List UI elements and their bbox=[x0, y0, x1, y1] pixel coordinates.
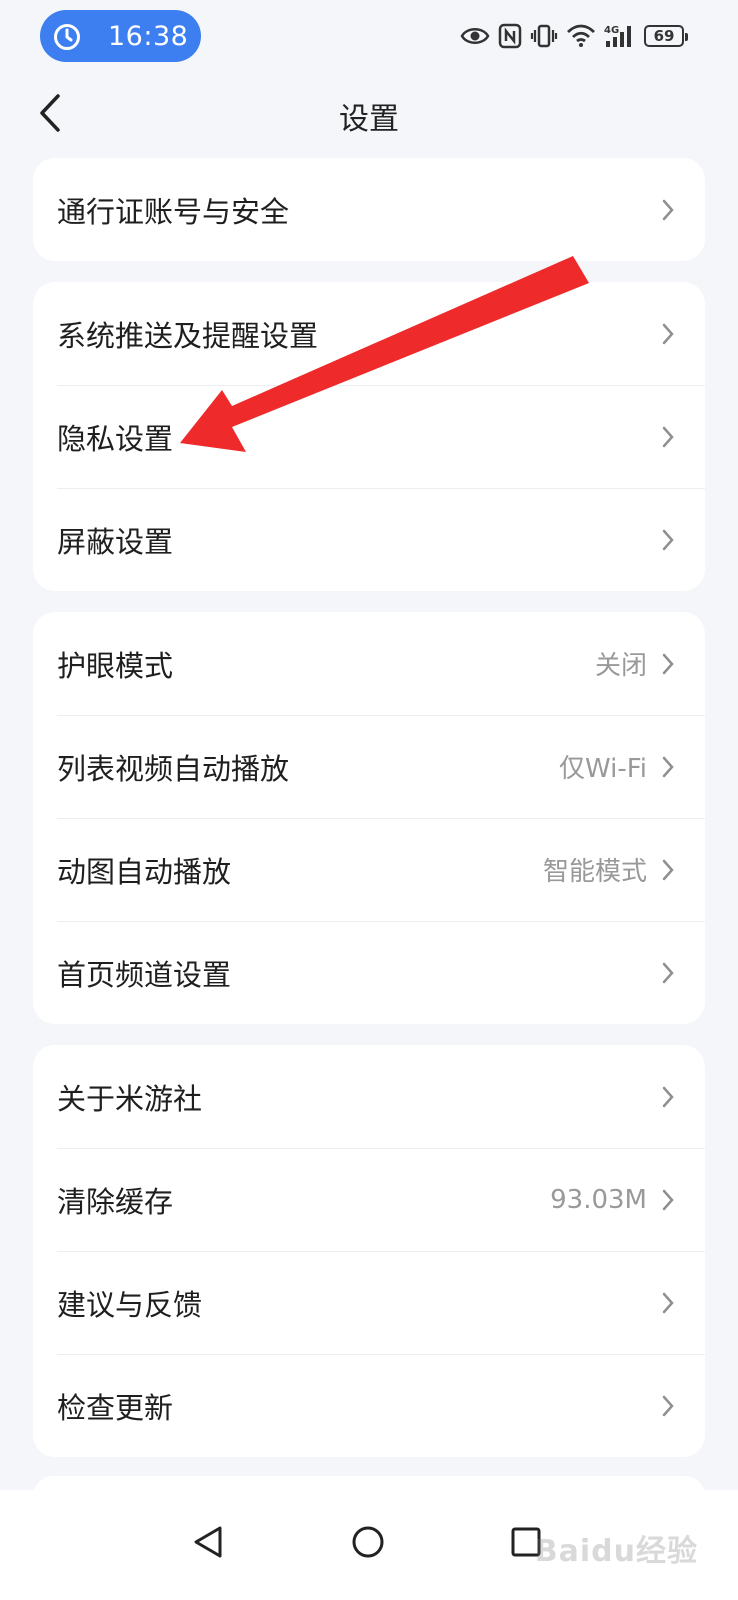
watermark: Baidu经验 bbox=[534, 1534, 698, 1569]
chevron-right-icon bbox=[662, 199, 674, 220]
item-label: 护眼模式 bbox=[57, 648, 174, 683]
item-value: 智能模式 bbox=[542, 857, 647, 887]
timer-pill[interactable]: 16:38 bbox=[40, 10, 201, 62]
settings-group-account: 通行证账号与安全 bbox=[33, 158, 705, 261]
settings-item-video-autoplay[interactable]: 列表视频自动播放 仅Wi-Fi bbox=[33, 715, 705, 818]
chevron-right-icon bbox=[662, 1086, 674, 1107]
item-label: 动图自动播放 bbox=[57, 854, 232, 889]
chevron-right-icon bbox=[662, 323, 674, 344]
chevron-right-icon bbox=[662, 1395, 674, 1416]
item-label: 首页频道设置 bbox=[57, 957, 232, 992]
settings-item-gif-autoplay[interactable]: 动图自动播放 智能模式 bbox=[33, 818, 705, 921]
eye-icon bbox=[460, 28, 490, 44]
chevron-right-icon bbox=[662, 962, 674, 983]
item-label: 列表视频自动播放 bbox=[57, 751, 290, 786]
item-label: 清除缓存 bbox=[57, 1184, 174, 1219]
item-label: 建议与反馈 bbox=[57, 1287, 203, 1322]
item-label: 关于米游社 bbox=[57, 1081, 203, 1116]
chevron-right-icon bbox=[662, 859, 674, 880]
settings-item-clear-cache[interactable]: 清除缓存 93.03M bbox=[33, 1148, 705, 1251]
chevron-right-icon bbox=[662, 756, 674, 777]
status-bar: 16:38 4G 69 bbox=[0, 0, 738, 72]
item-value: 93.03M bbox=[550, 1184, 647, 1215]
page-title: 设置 bbox=[339, 102, 399, 137]
item-label: 通行证账号与安全 bbox=[57, 194, 290, 229]
settings-item-about[interactable]: 关于米游社 bbox=[33, 1045, 705, 1148]
battery-level: 69 bbox=[653, 27, 675, 45]
wifi-icon bbox=[567, 24, 595, 47]
item-label: 系统推送及提醒设置 bbox=[57, 318, 319, 353]
cellular-4g-icon: 4G bbox=[604, 25, 631, 47]
item-label: 屏蔽设置 bbox=[57, 524, 174, 559]
svg-text:4G: 4G bbox=[604, 25, 619, 36]
nfc-icon bbox=[498, 23, 522, 49]
item-value: 仅Wi-Fi bbox=[558, 754, 647, 784]
settings-group-about: 关于米游社 清除缓存 93.03M 建议与反馈 检查更新 bbox=[33, 1045, 705, 1457]
system-nav-bar: Baidu经验 bbox=[0, 1490, 738, 1600]
chevron-right-icon bbox=[662, 426, 674, 447]
back-triangle-icon[interactable] bbox=[190, 1524, 226, 1560]
chevron-right-icon bbox=[662, 1292, 674, 1313]
item-label: 隐私设置 bbox=[57, 421, 174, 456]
settings-item-feedback[interactable]: 建议与反馈 bbox=[33, 1251, 705, 1354]
chevron-right-icon bbox=[662, 1189, 674, 1210]
settings-item-privacy[interactable]: 隐私设置 bbox=[33, 385, 705, 488]
status-icons: 4G 69 bbox=[460, 20, 688, 52]
settings-group-privacy: 系统推送及提醒设置 隐私设置 屏蔽设置 bbox=[33, 282, 705, 591]
settings-item-account-security[interactable]: 通行证账号与安全 bbox=[33, 158, 705, 261]
home-circle-icon[interactable] bbox=[350, 1524, 386, 1560]
settings-item-block[interactable]: 屏蔽设置 bbox=[33, 488, 705, 591]
settings-group-display: 护眼模式 关闭 列表视频自动播放 仅Wi-Fi 动图自动播放 智能模式 首页频道… bbox=[33, 612, 705, 1024]
chevron-right-icon bbox=[662, 653, 674, 674]
item-label: 检查更新 bbox=[57, 1390, 174, 1425]
settings-item-eye-care[interactable]: 护眼模式 关闭 bbox=[33, 612, 705, 715]
battery-icon: 69 bbox=[644, 25, 688, 47]
vibrate-icon bbox=[530, 24, 558, 48]
settings-item-check-update[interactable]: 检查更新 bbox=[33, 1354, 705, 1457]
settings-item-push-notifications[interactable]: 系统推送及提醒设置 bbox=[33, 282, 705, 385]
timer-icon bbox=[54, 24, 80, 50]
chevron-right-icon bbox=[662, 529, 674, 550]
title-bar: 设置 bbox=[0, 72, 738, 154]
status-time: 16:38 bbox=[108, 20, 189, 52]
item-value: 关闭 bbox=[594, 651, 647, 681]
settings-item-home-channels[interactable]: 首页频道设置 bbox=[33, 921, 705, 1024]
